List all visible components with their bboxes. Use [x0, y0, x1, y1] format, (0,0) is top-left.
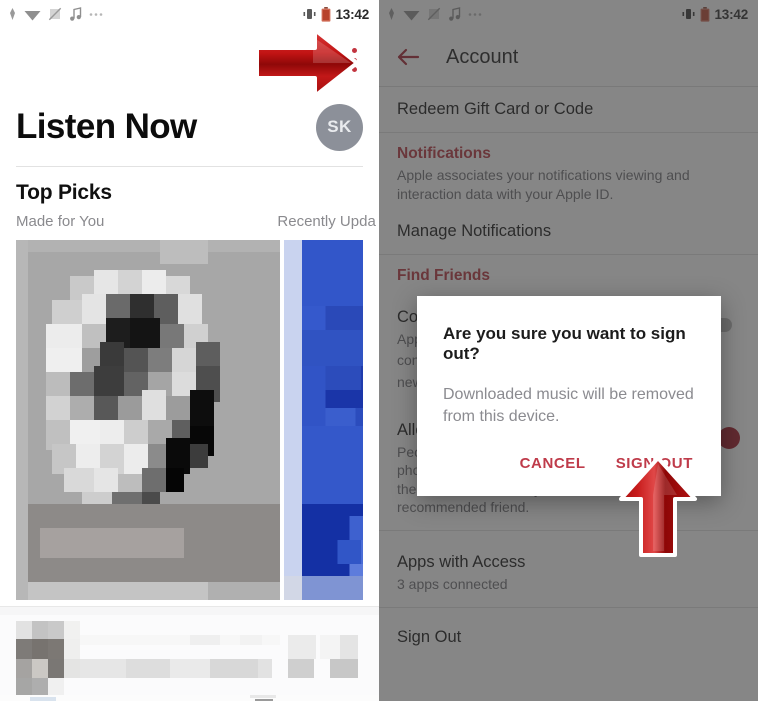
battery-low-icon — [321, 6, 331, 22]
label-made-for-you: Made for You — [16, 213, 105, 230]
cancel-button[interactable]: CANCEL — [510, 449, 596, 478]
avatar[interactable]: SK — [316, 103, 363, 151]
more-icon — [89, 12, 103, 17]
mini-player-area[interactable] — [0, 598, 379, 701]
carousel-labels: Made for You Recently Upda — [0, 205, 379, 240]
dual-screenshot-container: 13:42 Listen Now SK Top Picks Made for Y… — [0, 0, 758, 701]
location-icon — [8, 7, 17, 21]
left-header-area — [0, 28, 379, 90]
right-screen-account: 13:42 Account Redeem Gift Card or Code N… — [379, 0, 758, 701]
dialog-actions: CANCEL SIGN OUT — [417, 427, 721, 496]
album-art-made-for-you[interactable] — [16, 240, 280, 600]
left-screen-listen-now: 13:42 Listen Now SK Top Picks Made for Y… — [0, 0, 379, 701]
overflow-menu-icon[interactable] — [343, 46, 365, 74]
status-bar-clock: 13:42 — [335, 6, 369, 22]
mini-player-bar[interactable] — [0, 607, 379, 701]
dialog-message: Downloaded music will be removed from th… — [443, 386, 694, 425]
section-title-top-picks: Top Picks — [16, 181, 112, 204]
listen-now-title-row: Listen Now SK — [0, 90, 379, 164]
status-bar-left-icons — [8, 7, 302, 21]
vibrate-icon — [302, 8, 317, 20]
dialog-title: Are you sure you want to sign out? — [443, 324, 686, 363]
wifi-icon — [24, 8, 41, 21]
sign-out-confirmation-dialog: Are you sure you want to sign out? Downl… — [417, 296, 721, 497]
music-note-icon — [69, 7, 82, 21]
sign-out-button[interactable]: SIGN OUT — [606, 449, 703, 478]
label-recently-updated: Recently Upda — [277, 213, 376, 230]
status-bar-right-icons: 13:42 — [302, 6, 369, 22]
artwork-carousel — [0, 240, 379, 600]
status-bar-left: 13:42 — [0, 0, 379, 28]
album-art-recently-updated[interactable] — [284, 240, 363, 600]
sim-off-icon — [48, 7, 62, 21]
page-title: Listen Now — [16, 107, 197, 146]
